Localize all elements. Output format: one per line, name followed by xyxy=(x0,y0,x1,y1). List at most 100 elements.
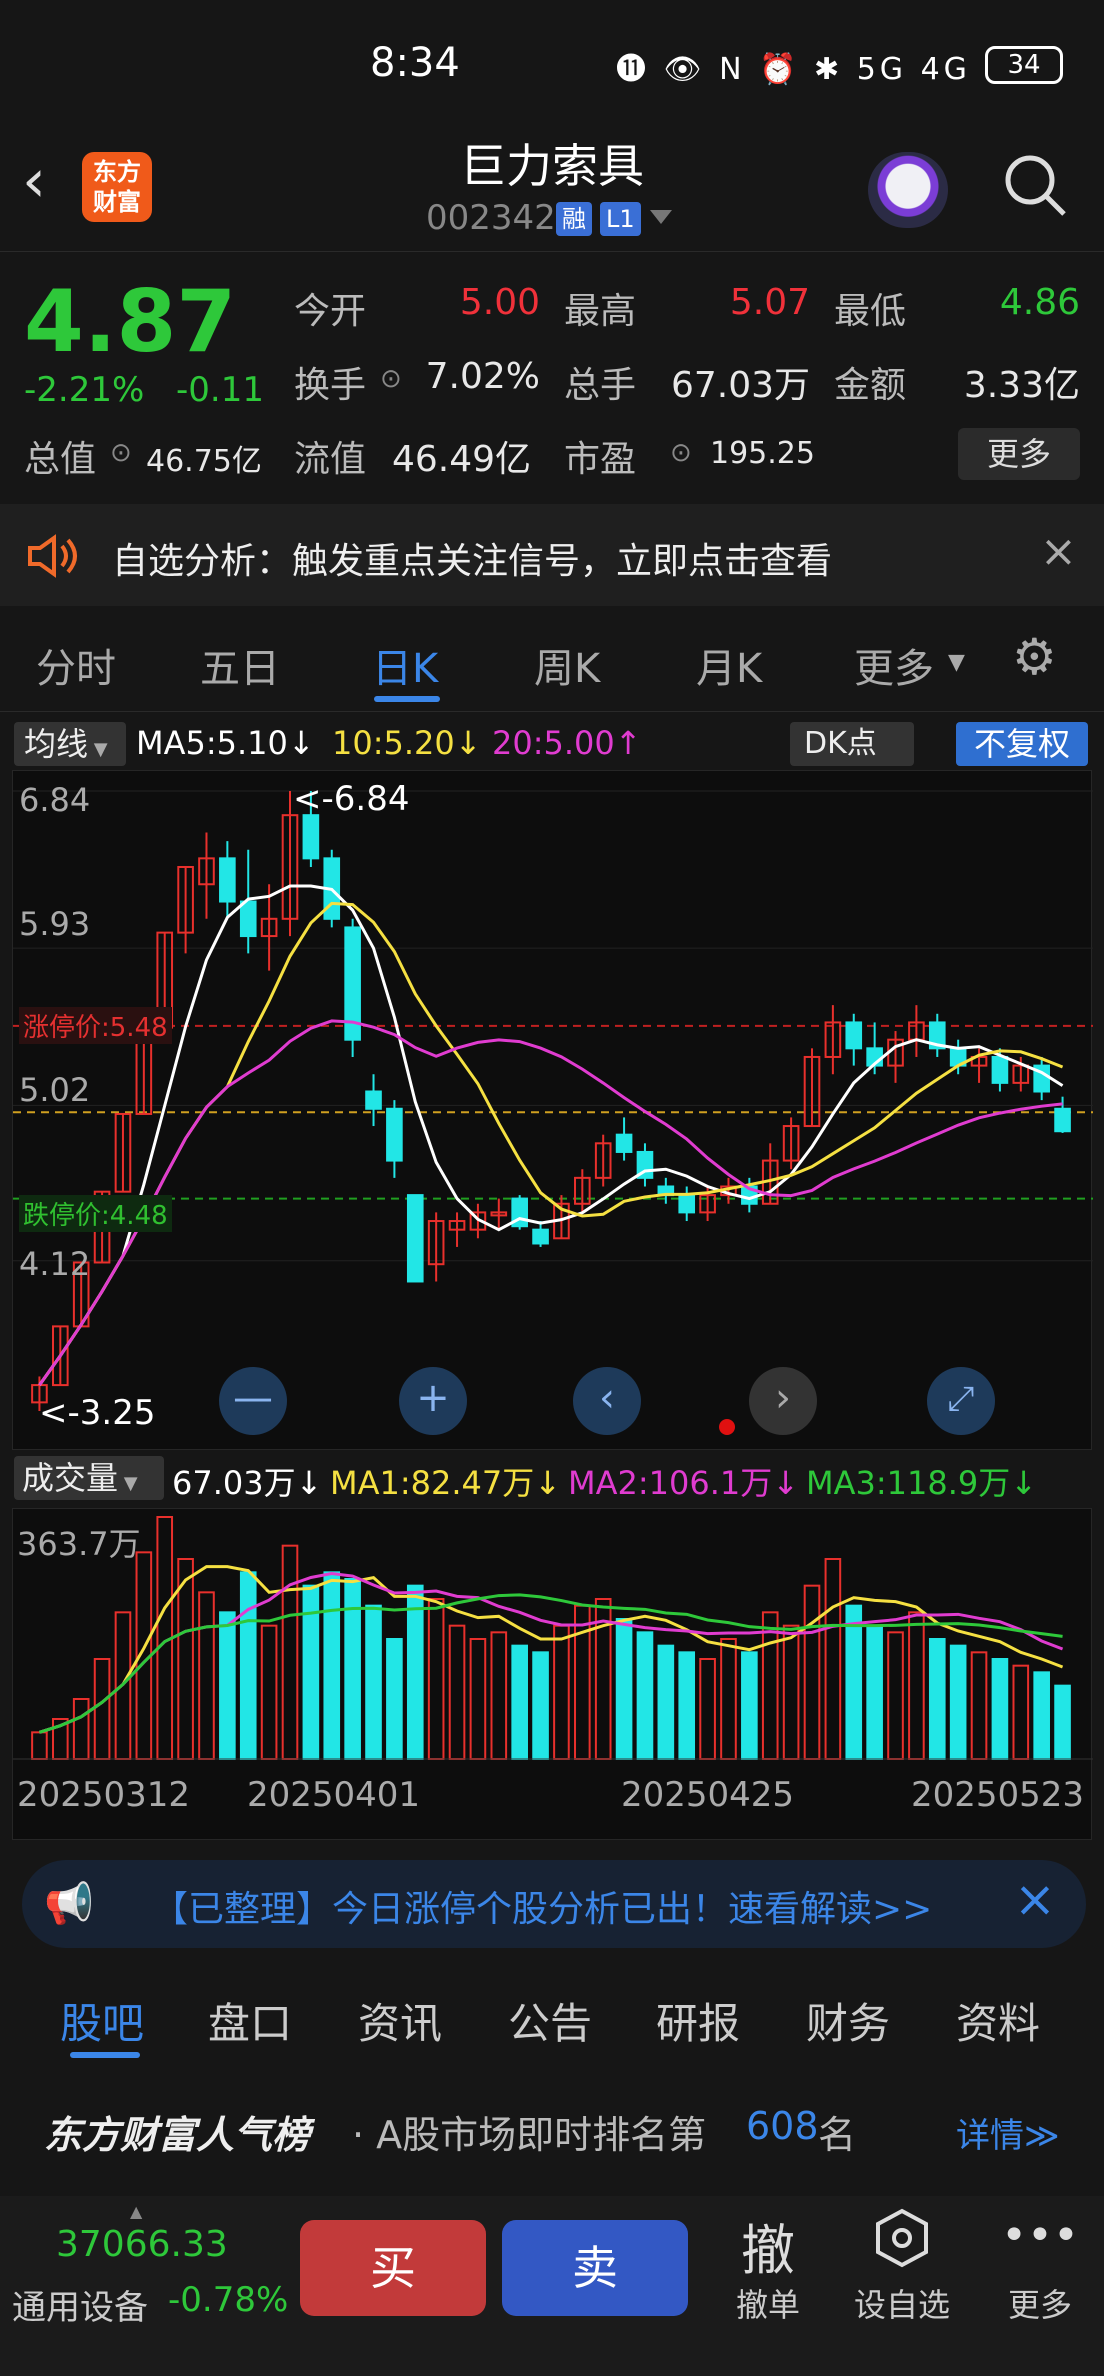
rank-number: 608 xyxy=(746,2104,819,2148)
scroll-right-button[interactable]: › xyxy=(749,1367,817,1435)
y-axis-label: 4.12 xyxy=(19,1245,91,1283)
popularity-rank-bar[interactable]: 东方财富人气榜 · A股市场即时排名第 608 名 详情≫ xyxy=(0,2078,1104,2178)
tab-more[interactable]: 更多 xyxy=(854,636,934,694)
tab-five-day[interactable]: 五日 xyxy=(200,636,280,694)
volume-bar xyxy=(427,1598,445,1760)
volume-bar xyxy=(219,1611,236,1761)
index-value[interactable]: 37066.33 xyxy=(56,2224,228,2265)
volume-bar xyxy=(824,1558,842,1760)
news-banner[interactable]: 📢 【已整理】今日涨停个股分析已出！速看解读>> × xyxy=(22,1860,1086,1948)
add-watchlist-label[interactable]: 设自选 xyxy=(846,2280,958,2326)
scroll-left-button[interactable]: ‹ xyxy=(573,1367,641,1435)
volume-bar xyxy=(553,1624,570,1760)
volume-bar xyxy=(866,1624,883,1760)
tab-weekly-k[interactable]: 周K xyxy=(534,636,600,694)
chevron-down-icon: ▼ xyxy=(948,650,965,675)
dk-point-selector[interactable]: DK点 xyxy=(790,722,914,766)
vma2-value: MA2:106.1万↓ xyxy=(568,1464,800,1502)
add-watchlist-icon[interactable] xyxy=(874,2208,930,2268)
zoom-out-button[interactable]: — xyxy=(219,1367,287,1435)
level-tag: L1 xyxy=(600,202,641,236)
mktcap-label: 总值 xyxy=(24,439,97,480)
volume-bar xyxy=(469,1638,487,1760)
volume-chart[interactable]: 363.7万 20250312 20250401 20250425 202505… xyxy=(12,1508,1093,1840)
zoom-in-button[interactable]: + xyxy=(399,1367,467,1435)
sell-button[interactable]: 卖 xyxy=(502,2220,688,2316)
more-icon[interactable]: ••• xyxy=(1000,2210,1080,2261)
buy-button[interactable]: 买 xyxy=(300,2220,486,2316)
open-value: 5.00 xyxy=(459,282,540,323)
index-name[interactable]: 通用设备 xyxy=(12,2280,148,2329)
close-icon[interactable]: × xyxy=(1014,1870,1056,1928)
close-icon[interactable]: × xyxy=(1040,526,1077,577)
more-button[interactable]: 更多 xyxy=(958,428,1080,480)
tab-profile[interactable]: 资料 xyxy=(956,1990,1040,2051)
adjust-toggle[interactable]: 不复权 xyxy=(956,722,1088,766)
chevron-down-icon[interactable] xyxy=(650,210,672,224)
tab-finance[interactable]: 财务 xyxy=(806,1990,890,2051)
volume-bar xyxy=(532,1651,549,1760)
kline-chart[interactable]: 6.84 5.93 5.02 4.12 <-6.84 <-3.25 涨停价:5.… xyxy=(12,770,1093,1450)
pe-label: 市盈 xyxy=(564,439,637,480)
tab-monthly-k[interactable]: 月K xyxy=(696,636,762,694)
active-tab-indicator xyxy=(374,696,440,702)
candle-body xyxy=(302,814,320,860)
volume-bar xyxy=(1054,1684,1071,1761)
volume-bar xyxy=(490,1631,508,1760)
alert-bar[interactable]: 自选分析：触发重点关注信号，立即点击查看 × xyxy=(0,504,1104,606)
ma-selector[interactable]: 均线 ▼ xyxy=(14,722,126,766)
y-axis-label: 5.02 xyxy=(19,1071,91,1109)
date-label: 20250312 xyxy=(17,1775,191,1815)
tab-news[interactable]: 资讯 xyxy=(358,1990,442,2051)
info-icon[interactable]: ⊙ xyxy=(380,364,402,394)
info-icon[interactable]: ⊙ xyxy=(670,438,692,468)
volume-now: 67.03万↓ xyxy=(172,1464,323,1502)
volume-bar xyxy=(949,1644,967,1761)
amount-label: 金额 xyxy=(834,365,907,406)
tab-forum[interactable]: 股吧 xyxy=(60,1990,144,2051)
tab-announcements[interactable]: 公告 xyxy=(508,1990,592,2051)
volume-value: 67.03万 xyxy=(670,365,810,406)
volume-bar xyxy=(782,1624,800,1760)
live-dot xyxy=(719,1419,735,1435)
candle-body xyxy=(615,1133,633,1153)
ma10-value: 10:5.20↓ xyxy=(332,724,482,762)
tab-orderbook[interactable]: 盘口 xyxy=(208,1990,292,2051)
candle-body xyxy=(678,1194,696,1214)
speaker-icon xyxy=(28,534,77,578)
turnover-value: 7.02% xyxy=(425,356,540,397)
low-value: 4.86 xyxy=(999,282,1080,323)
rank-text: · A股市场即时排名第 xyxy=(352,2113,707,2157)
status-bar: 8:34 ⓫ 👁 N ⏰ ✱ 5G 4G 34 xyxy=(0,0,1104,130)
more-label[interactable]: 更多 xyxy=(1000,2280,1080,2326)
vma3-value: MA3:118.9万↓ xyxy=(806,1464,1038,1502)
tab-intraday[interactable]: 分时 xyxy=(36,636,116,694)
candle-body xyxy=(1054,1107,1071,1133)
volume-bar xyxy=(657,1644,675,1761)
volume-selector[interactable]: 成交量 ▼ xyxy=(14,1456,164,1500)
cancel-order-label[interactable]: 撤单 xyxy=(728,2280,808,2326)
ma10-line xyxy=(38,901,1064,1386)
tab-research[interactable]: 研报 xyxy=(656,1990,740,2051)
rank-detail-link[interactable]: 详情≫ xyxy=(956,2108,1060,2157)
volume-bar xyxy=(720,1638,737,1760)
margin-tag: 融 xyxy=(556,202,592,236)
volume-bar xyxy=(365,1604,382,1760)
turnover-label: 换手 xyxy=(294,365,367,406)
gear-icon[interactable]: ⚙ xyxy=(1012,628,1057,686)
cancel-order-icon[interactable]: 撤 xyxy=(728,2206,808,2285)
assistant-avatar[interactable] xyxy=(868,152,948,228)
search-icon[interactable] xyxy=(1002,152,1068,218)
megaphone-icon: 📢 xyxy=(44,1881,94,1927)
volume-bar xyxy=(887,1631,904,1760)
high-label: 最高 xyxy=(564,291,637,332)
date-label: 20250523 xyxy=(911,1775,1085,1815)
tab-daily-k[interactable]: 日K xyxy=(372,636,438,694)
candle-body xyxy=(406,1194,424,1283)
fullscreen-icon[interactable]: ⤢ xyxy=(927,1367,995,1435)
battery-icon: 34 xyxy=(985,46,1063,84)
volume-bar xyxy=(615,1618,633,1760)
chevron-up-icon[interactable]: ▲ xyxy=(130,2202,142,2221)
volume-bar xyxy=(93,1658,111,1760)
info-icon[interactable]: ⊙ xyxy=(110,438,132,468)
